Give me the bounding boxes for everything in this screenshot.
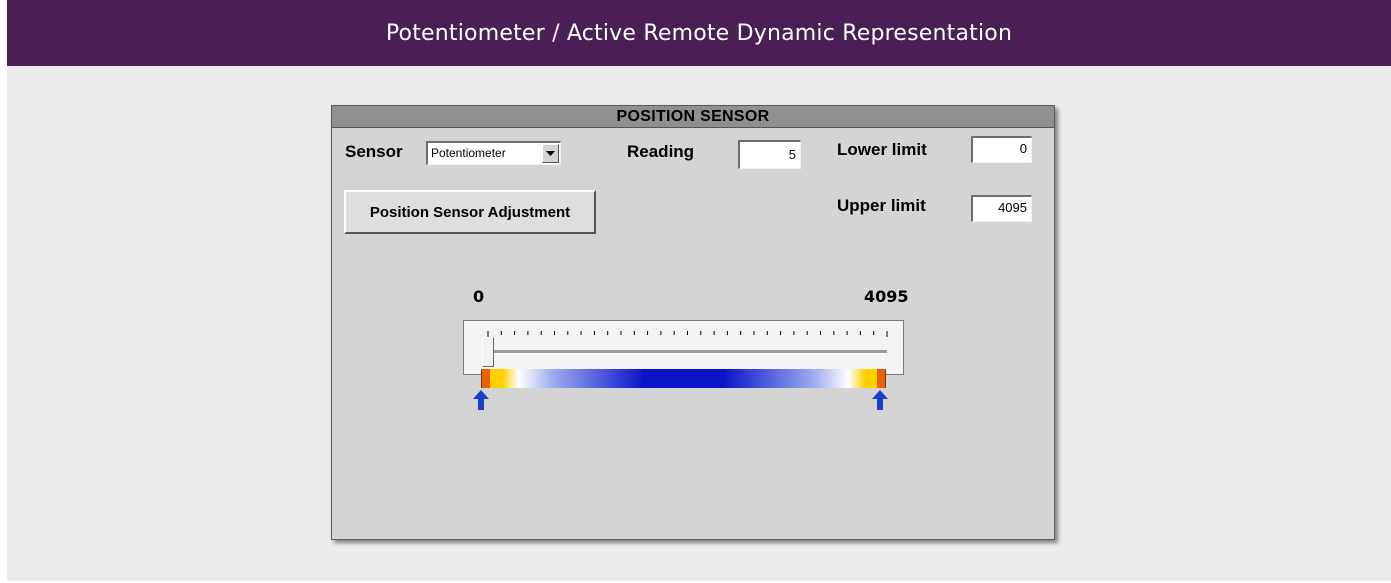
reading-field[interactable]: 5 xyxy=(738,140,801,169)
reading-label: Reading xyxy=(627,142,695,161)
lower-limit-field[interactable]: 0 xyxy=(971,136,1032,163)
sensor-select-value: Potentiometer xyxy=(431,146,506,160)
banner-title: Potentiometer / Active Remote Dynamic Re… xyxy=(385,20,1013,46)
window-title: POSITION SENSOR xyxy=(332,106,1054,128)
scale-min-label: 0 xyxy=(473,287,485,306)
scale-max-label: 4095 xyxy=(864,287,909,306)
arrow-up-icon[interactable] xyxy=(872,390,888,410)
position-sensor-window: POSITION SENSOR Sensor Potentiometer Rea… xyxy=(331,105,1055,540)
position-slider[interactable] xyxy=(463,320,904,375)
slider-thumb[interactable] xyxy=(482,337,495,367)
dropdown-button[interactable] xyxy=(542,144,559,163)
upper-limit-field[interactable]: 4095 xyxy=(971,195,1032,222)
chevron-down-icon xyxy=(546,150,555,156)
lower-limit-label: Lower limit xyxy=(837,140,927,159)
upper-limit-label: Upper limit xyxy=(837,196,926,215)
sensor-select[interactable]: Potentiometer xyxy=(426,141,561,165)
slider-ticks xyxy=(487,331,888,337)
color-range-bar xyxy=(481,369,886,388)
sensor-label: Sensor xyxy=(345,142,403,161)
position-sensor-adjustment-button[interactable]: Position Sensor Adjustment xyxy=(344,190,596,234)
page-banner: Potentiometer / Active Remote Dynamic Re… xyxy=(7,0,1391,66)
arrow-up-icon[interactable] xyxy=(473,390,489,410)
slider-groove xyxy=(482,350,887,354)
